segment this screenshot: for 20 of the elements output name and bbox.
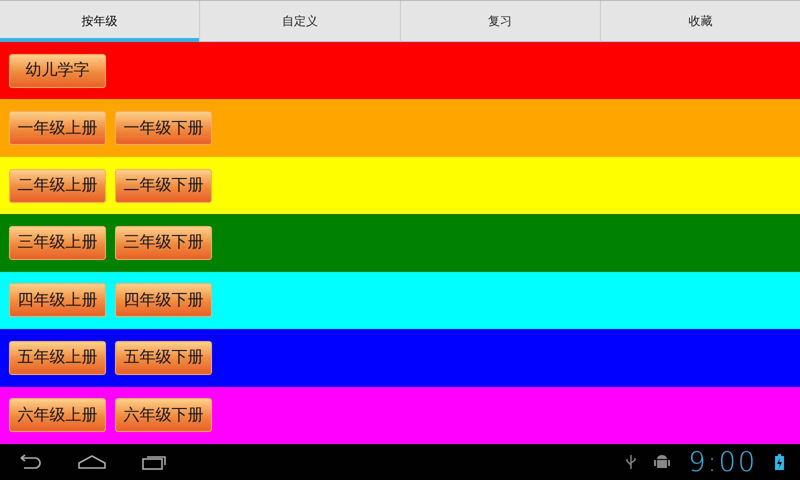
grade-button[interactable]: 一年级上册 (9, 111, 106, 146)
grade-button[interactable]: 三年级下册 (115, 226, 212, 260)
grade-button[interactable]: 二年级上册 (9, 168, 106, 203)
recent-apps-icon[interactable] (142, 454, 168, 470)
robot-icon (654, 454, 670, 470)
grade-button[interactable]: 五年级上册 (9, 340, 106, 375)
home-icon[interactable] (78, 455, 106, 469)
grade-button[interactable]: 六年级下册 (115, 398, 212, 432)
grade-button[interactable]: 三年级上册 (9, 226, 106, 260)
grade-button[interactable]: 二年级下册 (115, 168, 212, 203)
grade-button[interactable]: 一年级下册 (115, 111, 212, 146)
usb-icon (626, 454, 636, 470)
grade-button[interactable]: 幼儿学字 (9, 54, 106, 88)
grade-button[interactable]: 五年级下册 (115, 340, 212, 375)
grade-button[interactable]: 四年级上册 (9, 283, 106, 318)
grade-button[interactable]: 四年级下册 (115, 283, 212, 318)
grade-button[interactable]: 六年级上册 (9, 398, 106, 432)
tab[interactable]: 按年级 (0, 1, 200, 42)
battery-icon (775, 454, 784, 470)
clock-time: 9:00 (688, 448, 757, 476)
